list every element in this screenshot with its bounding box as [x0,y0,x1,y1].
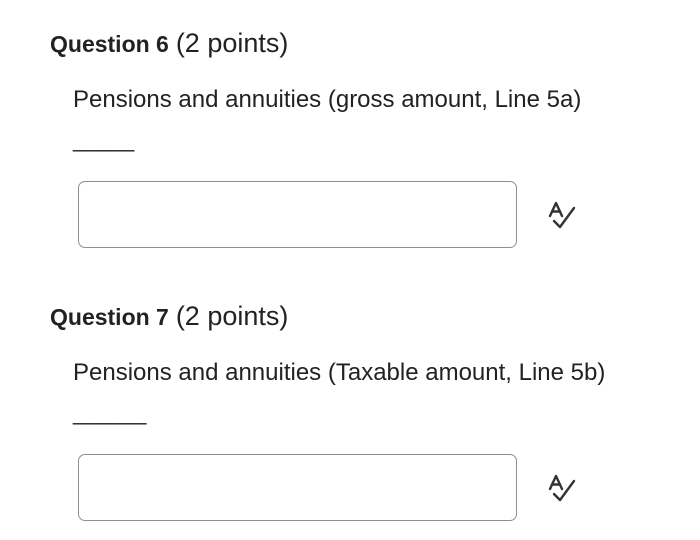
answer-blank-line: ______ [73,400,147,425]
answer-input[interactable] [78,181,517,248]
question-title: Question 7 [50,304,169,330]
answer-input[interactable] [78,454,517,521]
spell-check-icon[interactable] [545,472,579,504]
question-heading: Question 7 (2 points) [50,300,288,333]
answer-blank-line: _____ [73,127,135,152]
question-heading: Question 6 (2 points) [50,27,288,60]
quiz-page: Question 6 (2 points) Pensions and annui… [0,0,700,540]
question-prompt: Pensions and annuities (gross amount, Li… [73,86,582,113]
question-title: Question 6 [50,31,169,57]
spell-check-icon[interactable] [545,199,579,231]
question-prompt: Pensions and annuities (Taxable amount, … [73,359,606,386]
question-points: (2 points) [175,28,289,58]
question-points: (2 points) [175,301,289,331]
